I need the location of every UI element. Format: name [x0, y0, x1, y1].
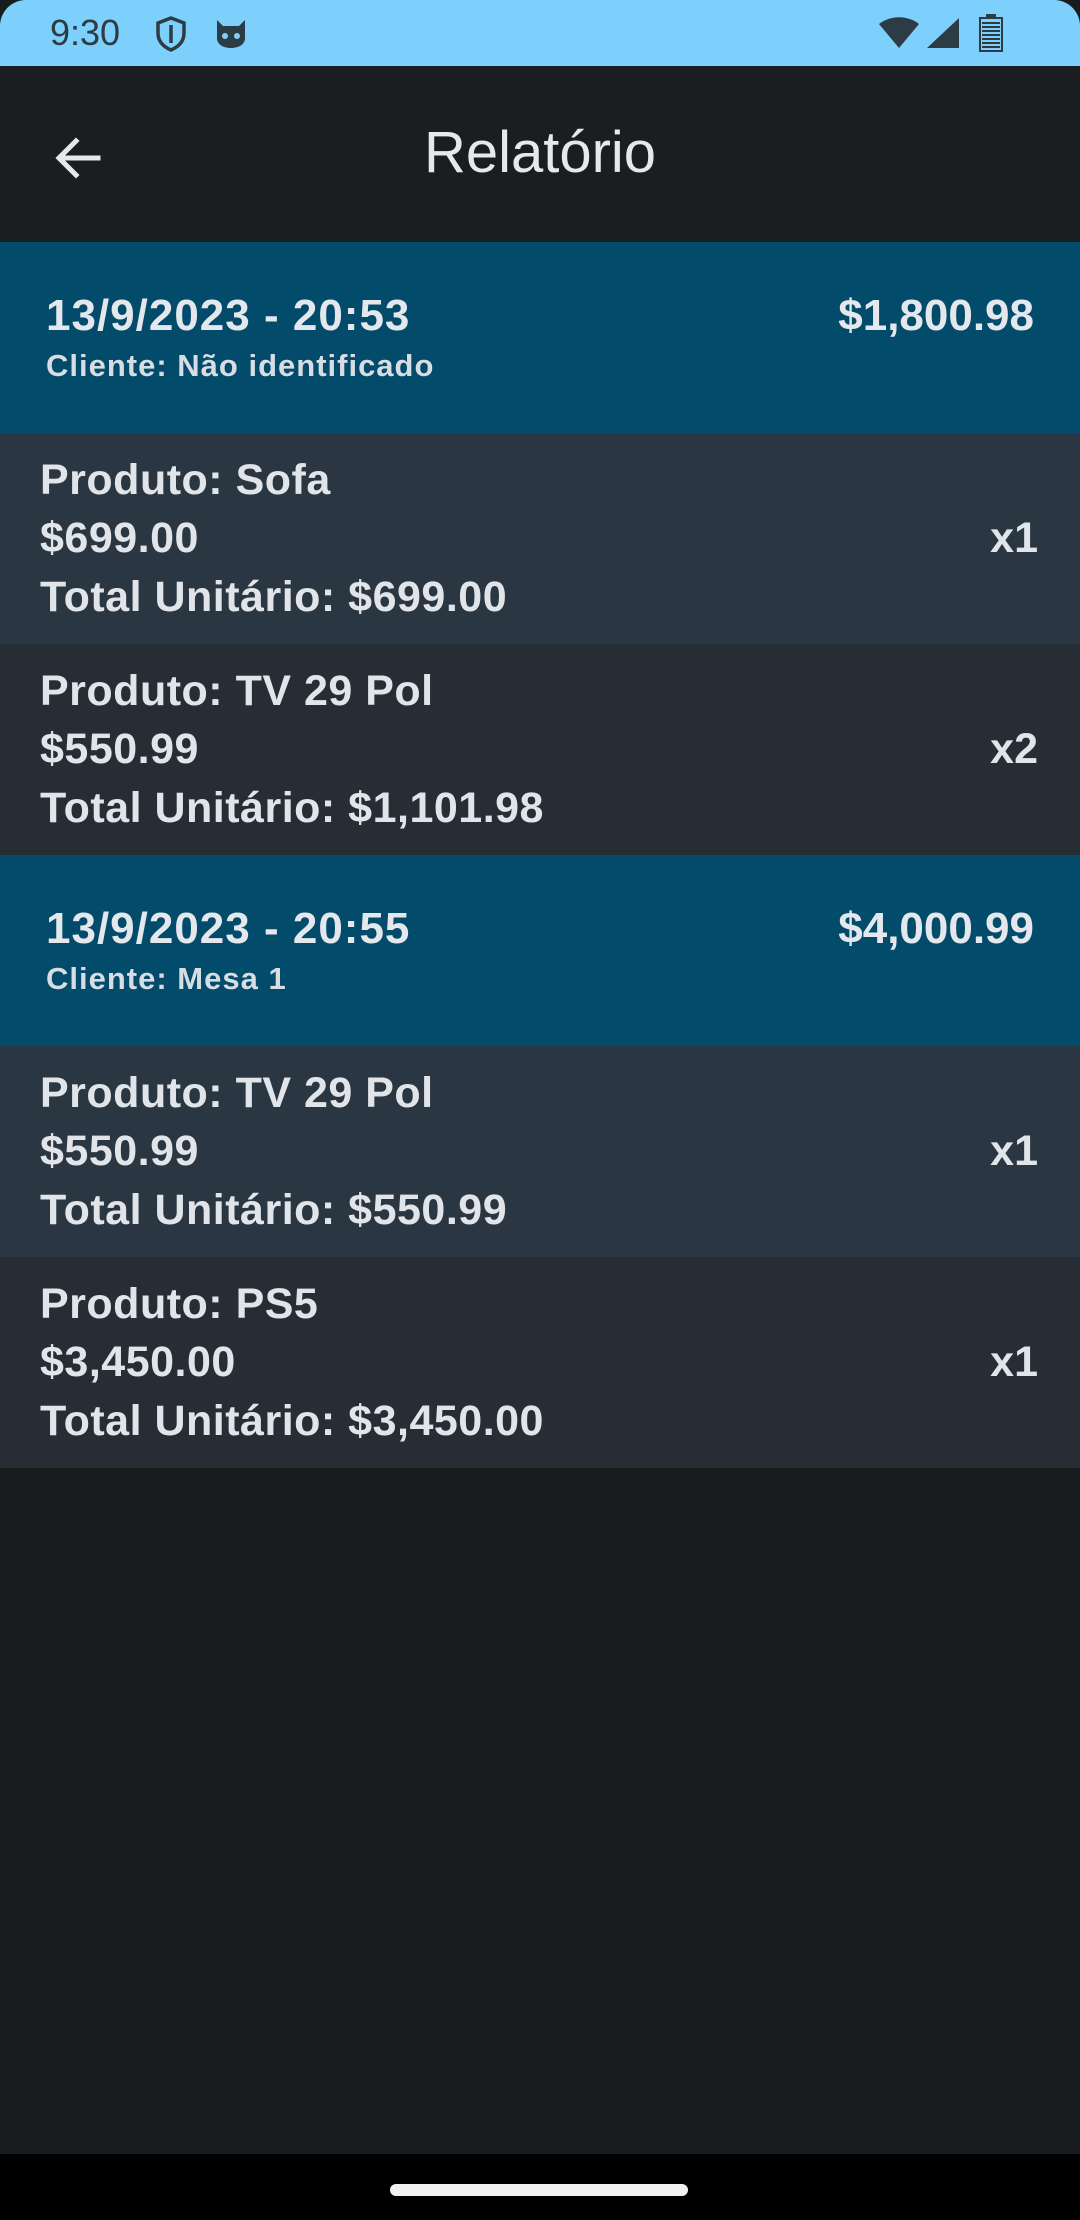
home-gesture-handle[interactable]: [390, 2184, 688, 2196]
status-time: 9:30: [50, 12, 121, 53]
sale-client: Cliente: Mesa 1: [46, 961, 287, 996]
sale-client: Cliente: Não identificado: [46, 348, 435, 383]
product-row[interactable]: Produto: PS5 $3,450.00 Total Unitário: $…: [0, 1257, 1080, 1468]
sale-total: $4,000.99: [838, 904, 1034, 953]
product-total: Total Unitário: $1,101.98: [40, 784, 544, 832]
status-bar: 9:30: [0, 0, 1080, 66]
product-row[interactable]: Produto: Sofa $699.00 Total Unitário: $6…: [0, 433, 1080, 644]
product-price: $550.99: [40, 725, 199, 773]
product-name: Produto: Sofa: [40, 456, 331, 504]
product-price: $550.99: [40, 1127, 199, 1175]
sale-total: $1,800.98: [838, 291, 1034, 340]
product-name: Produto: PS5: [40, 1280, 319, 1328]
product-quantity: x1: [990, 1127, 1038, 1175]
wifi-icon: [878, 16, 920, 55]
product-quantity: x1: [990, 514, 1038, 562]
product-name: Produto: TV 29 Pol: [40, 1069, 434, 1117]
navigation-bar: [0, 2154, 1080, 2220]
product-row[interactable]: Produto: TV 29 Pol $550.99 Total Unitári…: [0, 1046, 1080, 1257]
product-total: Total Unitário: $699.00: [40, 573, 508, 621]
product-name: Produto: TV 29 Pol: [40, 667, 434, 715]
sale-header[interactable]: 13/9/2023 - 20:53 $1,800.98 Cliente: Não…: [0, 242, 1080, 433]
product-total: Total Unitário: $550.99: [40, 1186, 508, 1234]
sale-date: 13/9/2023 - 20:55: [46, 904, 411, 953]
product-row[interactable]: Produto: TV 29 Pol $550.99 Total Unitári…: [0, 644, 1080, 855]
sale-date: 13/9/2023 - 20:53: [46, 291, 411, 340]
battery-icon: [978, 14, 1004, 57]
signal-icon: [925, 16, 961, 55]
product-price: $699.00: [40, 514, 199, 562]
product-total: Total Unitário: $3,450.00: [40, 1397, 544, 1445]
cat-icon: [213, 16, 249, 55]
product-quantity: x1: [990, 1338, 1038, 1386]
shield-icon: [155, 16, 187, 57]
product-quantity: x2: [990, 725, 1038, 773]
product-price: $3,450.00: [40, 1338, 236, 1386]
page-title: Relatório: [423, 120, 657, 185]
sale-header[interactable]: 13/9/2023 - 20:55 $4,000.99 Cliente: Mes…: [0, 855, 1080, 1046]
top-app-bar: Relatório: [0, 66, 1080, 242]
report-list: 13/9/2023 - 20:53 $1,800.98 Cliente: Não…: [0, 242, 1080, 1468]
